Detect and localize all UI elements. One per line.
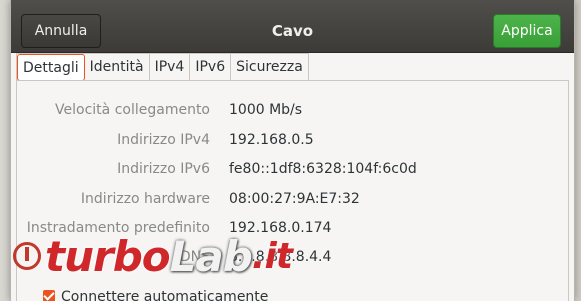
detail-row-ipv4: Indirizzo IPv4 192.168.0.5 xyxy=(17,132,568,152)
detail-row-ipv6: Indirizzo IPv6 fe80::1df8:6328:104f:6c0d xyxy=(17,161,568,181)
detail-value: 192.168.0.174 xyxy=(229,220,332,236)
tab-bar: Dettagli Identità IPv4 IPv6 Sicurezza xyxy=(16,53,309,81)
detail-value: 192.168.0.5 xyxy=(229,132,314,148)
detail-label: Instradamento predefinito xyxy=(26,220,210,236)
tab-identity[interactable]: Identità xyxy=(85,54,150,81)
detail-row-default-route: Instradamento predefinito 192.168.0.174 xyxy=(17,220,568,240)
detail-value: fe80::1df8:6328:104f:6c0d xyxy=(229,161,417,177)
detail-value: 08:00:27:9A:E7:32 xyxy=(229,191,360,207)
detail-row-link-speed: Velocità collegamento 1000 Mb/s xyxy=(17,102,568,122)
tab-ipv6[interactable]: IPv6 xyxy=(190,54,232,81)
autoconnect-checkbox[interactable] xyxy=(43,290,55,301)
detail-value: 1000 Mb/s xyxy=(229,102,303,118)
details-panel: Velocità collegamento 1000 Mb/s Indirizz… xyxy=(16,80,569,301)
detail-value: 8.8.8.8 8.8.4.4 xyxy=(229,249,332,265)
tab-ipv4[interactable]: IPv4 xyxy=(150,54,191,81)
apply-button[interactable]: Applica xyxy=(493,14,561,48)
tab-details[interactable]: Dettagli xyxy=(17,54,85,81)
tab-security[interactable]: Sicurezza xyxy=(231,54,308,81)
detail-label: Velocità collegamento xyxy=(55,102,210,118)
dialog-title: Cavo xyxy=(271,22,314,40)
detail-row-dns: DNS 8.8.8.8 8.8.4.4 xyxy=(17,249,568,269)
autoconnect-option[interactable]: Connettere automaticamente xyxy=(43,289,268,301)
detail-label: Indirizzo hardware xyxy=(80,191,210,207)
autoconnect-label: Connettere automaticamente xyxy=(61,289,269,301)
detail-label: Indirizzo IPv4 xyxy=(117,132,210,148)
network-settings-dialog: Annulla Cavo Applica Dettagli Identità I… xyxy=(10,0,575,301)
detail-label: Indirizzo IPv6 xyxy=(117,161,210,177)
detail-label: DNS xyxy=(179,249,210,265)
detail-row-hardware: Indirizzo hardware 08:00:27:9A:E7:32 xyxy=(17,191,568,211)
header-bar: Annulla Cavo Applica xyxy=(11,0,574,53)
desktop: Annulla Cavo Applica Dettagli Identità I… xyxy=(0,0,581,301)
